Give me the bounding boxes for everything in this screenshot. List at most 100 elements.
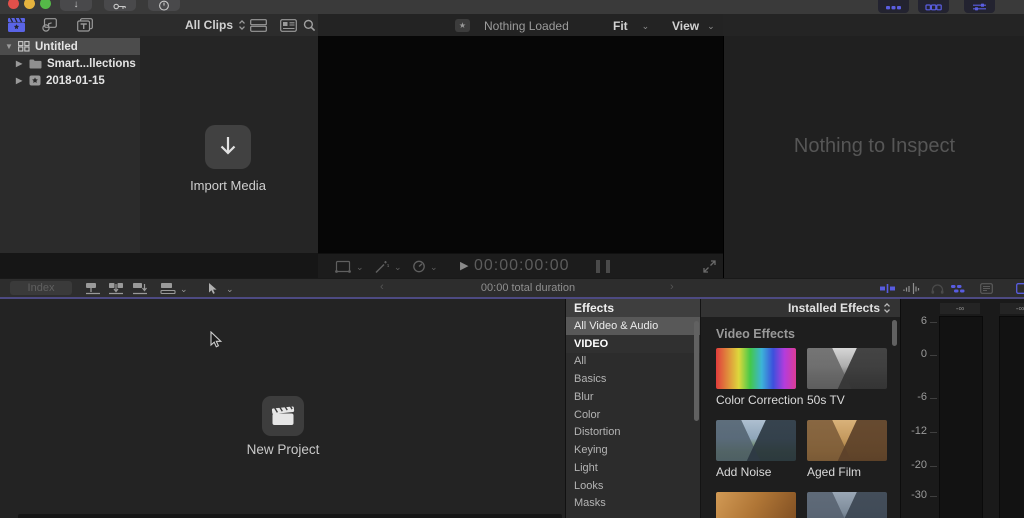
timeline-bottom-edge [18,514,562,518]
effect-thumb-50s-tv[interactable] [807,348,887,389]
chevron-down-icon[interactable]: ⌄ [394,262,402,273]
effect-thumb[interactable] [716,492,796,518]
insert-edit-button[interactable] [108,282,124,295]
effect-thumb-add-noise[interactable] [716,420,796,461]
retime-button[interactable] [412,260,426,273]
disclosure-open-icon[interactable]: ▼ [5,42,13,51]
chevron-down-icon: ⌄ [707,21,715,32]
append-edit-icon [132,282,148,295]
chevron-down-icon[interactable]: ⌄ [356,262,364,273]
append-edit-button[interactable] [132,282,148,295]
effects-list-scrollbar[interactable] [694,321,699,421]
pointer-tool-button[interactable] [208,282,218,295]
audio-meter-channel-left [939,316,983,518]
library-item-2018-01-15[interactable]: ▶ 2018-01-15 [0,72,140,89]
transform-tool-button[interactable] [335,260,351,273]
fit-label: Fit [613,19,628,33]
search-icon [303,19,316,32]
library-item-untitled[interactable]: ▼ Untitled [0,38,140,55]
library-item-label: 2018-01-15 [46,75,105,87]
installed-effects-label: Installed Effects [788,301,880,315]
fullscreen-button[interactable] [703,260,716,273]
next-chevron-icon[interactable]: › [670,281,674,293]
close-window-button[interactable] [8,0,19,9]
media-browser: Import Media [140,36,318,253]
index-button[interactable]: Index [10,281,72,295]
chevron-down-icon[interactable]: ⌄ [430,262,438,273]
zoom-fit-dropdown[interactable]: Fit ⌄ [613,19,649,33]
meter-peak-readout: -∞ [940,303,980,314]
minimize-window-button[interactable] [24,0,35,9]
effect-name: 50s TV [807,393,845,407]
updown-chevron-icon [238,19,246,31]
libraries-tab[interactable] [7,18,25,32]
import-media-label: Import Media [148,178,308,193]
timer-toolbar-button[interactable] [148,0,180,11]
effects-category-keying[interactable]: Keying [566,441,701,459]
play-button[interactable]: ▶ [460,259,468,272]
effects-grid-scrollbar[interactable] [892,320,897,346]
meter-scale-tick: -20 [901,459,927,471]
effects-category-all-video-audio[interactable]: All Video & Audio [566,317,701,335]
connect-edit-button[interactable] [85,282,101,295]
mini-audio-meter[interactable] [596,260,600,273]
search-button[interactable] [303,19,316,32]
browser-pane-toggle-button[interactable] [878,0,909,13]
view-dropdown[interactable]: View ⌄ [672,19,715,33]
titles-generators-tab[interactable] [76,18,94,32]
effect-name: Color Correction [716,393,803,407]
zoom-window-button[interactable] [40,0,51,9]
audio-skimming-toggle-button[interactable] [903,283,921,294]
effects-group-video[interactable]: VIDEO [566,335,701,353]
skimming-toggle-button[interactable] [880,284,896,293]
project-area: New Project [0,299,565,518]
effect-name: Aged Film [807,465,861,479]
timer-icon [158,0,170,11]
effect-thumb-aged-film[interactable] [807,420,887,461]
previous-chevron-icon[interactable]: ‹ [380,281,384,293]
effects-category-basics[interactable]: Basics [566,370,701,388]
effect-thumb[interactable] [807,492,887,518]
audio-meter-channel-right [999,316,1024,518]
filmstrip-view-button[interactable] [250,19,267,32]
effects-category-looks[interactable]: Looks [566,477,701,495]
mini-audio-meter[interactable] [606,260,610,273]
effects-category-masks[interactable]: Masks [566,495,701,513]
viewer-star-badge[interactable]: ★ [455,19,470,32]
enhancements-button[interactable] [374,260,389,274]
library-item-smart-collections[interactable]: ▶ Smart...llections [0,55,140,72]
import-media-toolbar-button[interactable]: ↓ [60,0,92,11]
effects-category-panel: Effects All Video & Audio VIDEO All Basi… [565,299,701,518]
media-browser-toggle-button[interactable] [1016,283,1024,294]
solo-toggle-button[interactable] [931,284,944,294]
effects-category-blur[interactable]: Blur [566,388,701,406]
timecode-display[interactable]: 00:00:00:00 [474,257,570,275]
final-cut-pro-window: ↓ [0,0,1024,518]
chevron-down-icon[interactable]: ⌄ [180,284,188,295]
import-media-button[interactable] [205,125,251,169]
effects-category-light[interactable]: Light [566,459,701,477]
installed-effects-dropdown[interactable]: Installed Effects [701,299,901,317]
disclosure-closed-icon[interactable]: ▶ [16,76,24,85]
effect-thumb-color-correction[interactable] [716,348,796,389]
photos-audio-tab[interactable] [40,18,58,32]
timeline-pane-toggle-button[interactable] [918,0,949,13]
new-project-button[interactable] [262,396,304,436]
effects-category-distortion[interactable]: Distortion [566,424,701,442]
audio-meters-panel: 6 0 -6 -12 -20 -30 -∞ -∞ [900,299,1024,518]
photos-audio-icon [41,18,57,32]
chevron-down-icon[interactable]: ⌄ [226,284,234,295]
inspector-panel: Nothing to Inspect [723,36,1024,278]
keyer-toolbar-button[interactable] [104,0,136,11]
inspector-pane-toggle-button[interactable] [964,0,995,13]
list-view-button[interactable] [280,19,297,32]
overwrite-edit-button[interactable] [160,282,176,295]
disclosure-closed-icon[interactable]: ▶ [16,59,24,68]
clip-filter-dropdown[interactable]: All Clips [185,18,246,32]
effects-category-color[interactable]: Color [566,406,701,424]
viewer-controls: ⌄ ⌄ ⌄ ▶ 00:00:00:00 [318,253,723,279]
effects-browser-toggle-button[interactable] [980,283,993,294]
clapperboard-icon [271,406,295,426]
effects-category-all[interactable]: All [566,353,701,371]
snapping-toggle-button[interactable] [950,284,968,293]
